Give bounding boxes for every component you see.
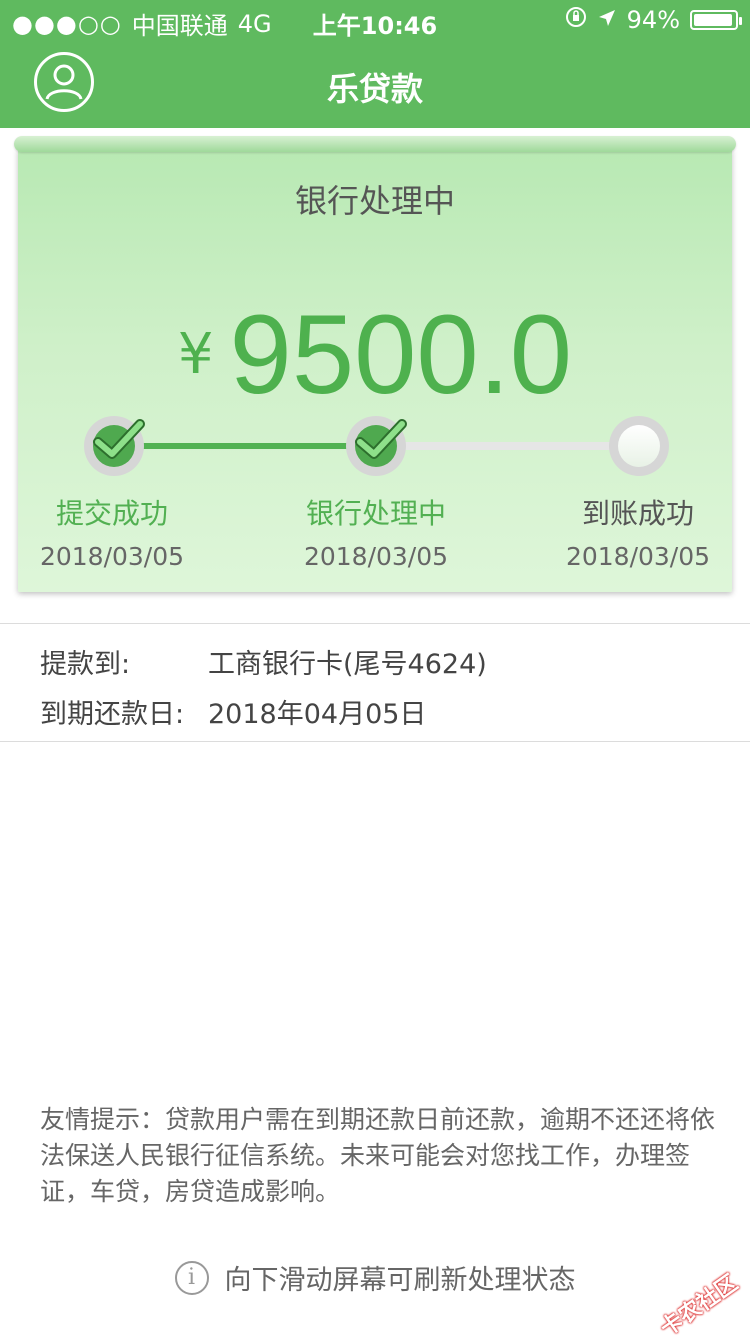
battery-percentage: 94%: [626, 6, 680, 34]
step-label-submitted: 提交成功: [55, 497, 168, 530]
navigation-bar: 乐贷款: [0, 40, 750, 128]
divider: [0, 623, 750, 624]
refresh-hint-text: 向下滑动屏幕可刷新处理状态: [224, 1265, 576, 1296]
progress-track-complete: [116, 443, 376, 449]
friendly-reminder-text: 友情提示：贷款用户需在到期还款日前还款，逾期不还还将依法保送人民银行征信系统。未…: [40, 1105, 716, 1206]
withdraw-to-label: 提款到:: [40, 649, 131, 680]
step-label-processing: 银行处理中: [305, 497, 446, 530]
checkmark-icon: [355, 419, 407, 459]
step-date-received: 2018/03/05: [565, 542, 711, 571]
refresh-hint: i 向下滑动屏幕可刷新处理状态: [0, 1258, 750, 1297]
currency-symbol: ¥: [177, 322, 214, 387]
info-icon: i: [174, 1260, 209, 1295]
due-date-value: 2018年04月05日: [208, 699, 427, 730]
battery-icon: [690, 10, 742, 30]
app-header: ●●●○○ 中国联通 4G 上午10:46 94% 乐贷款: [0, 0, 750, 128]
loan-amount: ¥9500.0: [0, 290, 750, 419]
page-title: 乐贷款: [326, 70, 423, 108]
step-node-processing: [346, 416, 407, 476]
card-top-rod: [14, 136, 736, 152]
status-title: 银行处理中: [294, 182, 455, 220]
checkmark-icon: [93, 419, 145, 459]
step-node-received: [609, 416, 669, 476]
divider: [0, 741, 750, 742]
bank-card-value: 工商银行卡(尾号4624): [208, 649, 487, 680]
location-arrow-icon: [597, 6, 617, 34]
step-label-received: 到账成功: [581, 497, 694, 530]
progress-track-pending: [376, 442, 638, 450]
rotation-lock-icon: [565, 6, 587, 34]
status-bar: ●●●○○ 中国联通 4G 上午10:46 94%: [0, 0, 750, 40]
clock: 上午10:46: [312, 12, 438, 40]
step-date-processing: 2018/03/05: [303, 542, 449, 571]
amount-value: 9500.0: [229, 292, 573, 417]
step-date-submitted: 2018/03/05: [39, 542, 185, 571]
due-date-label: 到期还款日:: [40, 699, 185, 730]
step-node-submitted: [84, 416, 145, 476]
